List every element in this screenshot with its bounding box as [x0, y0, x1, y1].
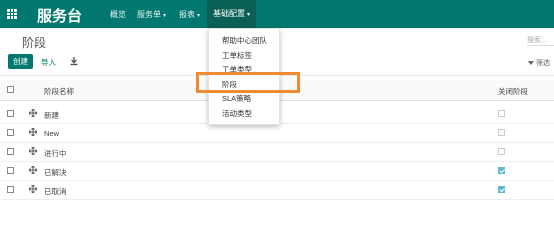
column-header-name[interactable]: 阶段名称: [44, 86, 74, 97]
drag-handle-icon[interactable]: [29, 166, 37, 174]
drag-handle-icon[interactable]: [29, 128, 37, 136]
menu-reports[interactable]: 报表 ▾: [179, 9, 200, 20]
stage-name: 已解决: [44, 168, 67, 177]
top-navbar: 服务台 概览 服务单 ▾ 报表 ▾ 基础配置 ▾: [0, 0, 554, 28]
dropdown-item-ticket-tags[interactable]: 工单标签: [222, 50, 252, 61]
menu-tickets-label: 服务单: [137, 10, 161, 19]
row-checkbox[interactable]: [7, 110, 14, 117]
stage-name: 新建: [44, 111, 59, 120]
table-row[interactable]: 已解决: [0, 162, 554, 181]
menu-overview[interactable]: 概览: [110, 9, 126, 20]
fold-checkbox[interactable]: [498, 148, 505, 155]
row-checkbox[interactable]: [7, 186, 14, 193]
menu-overview-label: 概览: [110, 10, 126, 19]
dropdown-item-sla-policies[interactable]: SLA策略: [222, 93, 251, 104]
download-icon[interactable]: [69, 56, 79, 66]
dropdown-item-activity-types[interactable]: 活动类型: [222, 108, 252, 119]
stage-name: New: [44, 129, 60, 138]
column-header-fold[interactable]: 关闭阶段: [498, 86, 528, 97]
stage-name: 进行中: [44, 149, 67, 158]
drag-handle-icon[interactable]: [29, 185, 37, 193]
row-checkbox[interactable]: [7, 129, 14, 136]
menu-configuration-label: 基础配置: [213, 9, 245, 18]
row-checkbox[interactable]: [7, 167, 14, 174]
menu-tickets[interactable]: 服务单 ▾: [137, 9, 166, 20]
fold-checkbox[interactable]: [498, 167, 505, 174]
search-input[interactable]: 搜索...: [527, 35, 554, 46]
stage-name: 已取消: [44, 187, 67, 196]
fold-checkbox[interactable]: [498, 110, 505, 117]
fold-checkbox[interactable]: [498, 129, 505, 136]
dropdown-item-helpdesk-teams[interactable]: 帮助中心团队: [222, 35, 267, 46]
page-title: 阶段: [22, 36, 47, 50]
drag-handle-icon[interactable]: [29, 147, 37, 155]
fold-checkbox[interactable]: [498, 186, 505, 193]
filter-button[interactable]: 筛选: [528, 58, 550, 68]
menu-configuration[interactable]: 基础配置 ▾: [207, 0, 257, 28]
app-title: 服务台: [37, 8, 83, 25]
row-checkbox[interactable]: [7, 148, 14, 155]
chevron-down-icon: ▾: [247, 12, 251, 18]
filter-icon: [528, 61, 534, 66]
menu-reports-label: 报表: [179, 10, 195, 19]
chevron-down-icon: ▾: [163, 13, 167, 19]
table-row[interactable]: 进行中: [0, 143, 554, 162]
create-button[interactable]: 创建: [8, 54, 33, 69]
table-row[interactable]: 已取消: [0, 181, 554, 200]
drag-handle-icon[interactable]: [29, 109, 37, 117]
select-all-checkbox[interactable]: [7, 86, 14, 93]
import-button[interactable]: 导入: [41, 57, 56, 68]
apps-grid-icon[interactable]: [7, 9, 17, 19]
filter-label: 筛选: [536, 60, 550, 67]
highlight-annotation: [196, 72, 300, 93]
table-row[interactable]: New: [0, 124, 554, 143]
chevron-down-icon: ▾: [197, 13, 201, 19]
